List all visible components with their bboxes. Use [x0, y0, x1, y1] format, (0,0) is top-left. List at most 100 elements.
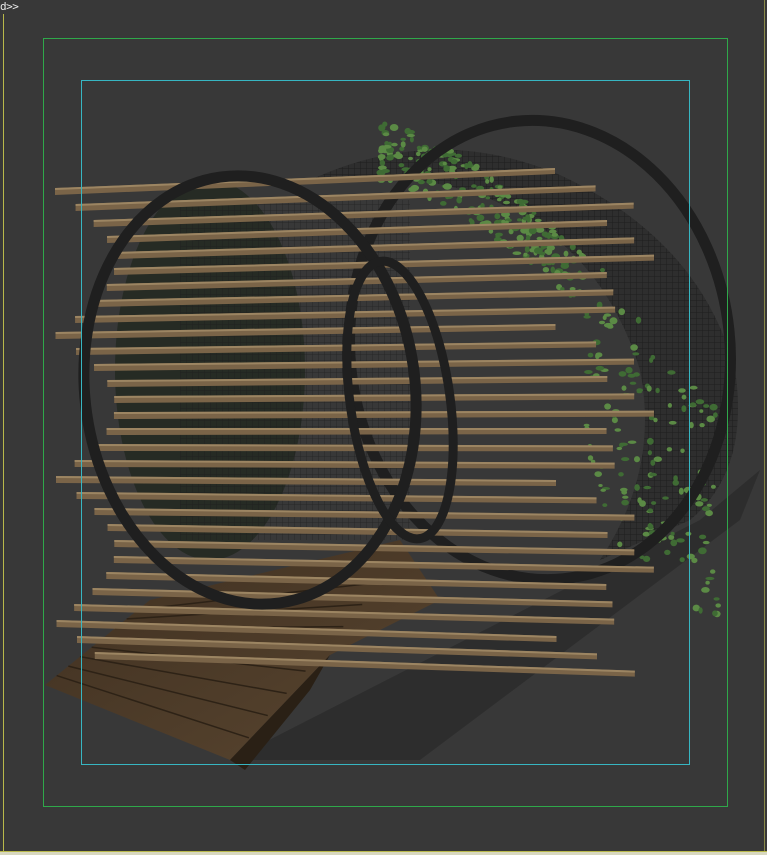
ivy-leaf — [584, 370, 593, 374]
ivy-leaf — [450, 159, 458, 165]
ivy-leaf — [689, 402, 697, 407]
ivy-leaf — [476, 214, 485, 221]
ivy-leaf — [647, 450, 653, 456]
ivy-leaf — [635, 316, 642, 324]
ivy-leaf — [464, 163, 469, 170]
viewport-scene — [45, 114, 760, 770]
ivy-leaf — [604, 403, 611, 410]
ivy-leaf — [497, 197, 502, 202]
ivy-leaf — [494, 213, 501, 220]
ivy-leaf — [489, 176, 494, 183]
ivy-leaf — [629, 381, 637, 385]
ivy-leaf — [647, 508, 654, 513]
ivy-leaf — [700, 498, 708, 502]
ivy-leaf — [512, 251, 522, 255]
ivy-leaf — [495, 234, 500, 238]
ivy-leaf — [678, 388, 686, 393]
ivy-leaf — [442, 161, 447, 166]
ivy-leaf — [416, 145, 422, 150]
ivy-leaf — [619, 442, 628, 446]
ivy-leaf — [606, 324, 614, 329]
ivy-leaf — [378, 145, 386, 151]
ivy-leaf — [646, 437, 654, 445]
ivy-leaf — [595, 365, 605, 371]
ivy-leaf — [471, 166, 479, 171]
ivy-leaf — [534, 247, 543, 254]
ivy-leaf — [712, 610, 718, 617]
ivy-leaf — [389, 124, 399, 131]
ivy-leaf — [618, 371, 627, 377]
ivy-leaf — [421, 146, 428, 152]
ivy-leaf — [676, 538, 685, 543]
ivy-leaf — [625, 366, 633, 374]
ivy-leaf — [456, 196, 463, 204]
ivy-leaf — [706, 503, 712, 507]
ivy-leaf — [651, 501, 657, 505]
ivy-leaf — [536, 236, 543, 241]
ivy-leaf — [681, 405, 687, 413]
ivy-leaf — [377, 154, 386, 160]
ivy-leaf — [505, 194, 512, 199]
ivy-leaf — [409, 136, 414, 143]
ivy-leaf — [689, 421, 694, 429]
ivy-leaf — [653, 456, 662, 463]
ivy-leaf — [667, 370, 676, 375]
ivy-leaf — [681, 394, 687, 400]
ivy-leaf — [664, 549, 671, 556]
ivy-leaf — [618, 308, 625, 316]
ivy-leaf — [636, 388, 643, 392]
ivy-leaf — [710, 484, 716, 489]
ivy-leaf — [524, 245, 530, 253]
ivy-leaf — [391, 142, 398, 147]
ivy-leaf — [394, 153, 403, 160]
ivy-leaf — [699, 423, 705, 428]
ivy-leaf — [400, 137, 407, 141]
ivy-leaf — [685, 531, 692, 536]
ivy-leaf — [699, 409, 704, 413]
ivy-leaf — [680, 448, 685, 454]
ivy-leaf — [705, 576, 715, 581]
ivy-leaf — [408, 186, 417, 193]
ivy-leaf — [611, 417, 618, 424]
ivy-leaf — [379, 159, 386, 167]
ivy-leaf — [695, 501, 704, 507]
ivy-leaf — [643, 485, 652, 490]
ivy-leaf — [621, 499, 629, 506]
ivy-leaf — [382, 132, 390, 137]
ivy-leaf — [620, 487, 628, 492]
ivy-leaf — [587, 352, 594, 358]
ivy-leaf — [400, 141, 406, 148]
ivy-leaf — [633, 372, 640, 377]
ivy-leaf — [667, 403, 673, 408]
ivy-leaf — [617, 541, 623, 548]
ivy-leaf — [649, 472, 657, 477]
ivy-leaf — [698, 607, 703, 614]
ivy-leaf — [603, 313, 612, 317]
ivy-leaf — [600, 488, 606, 492]
ivy-leaf — [670, 531, 675, 536]
ivy-leaf — [670, 539, 678, 547]
ivy-leaf — [381, 169, 390, 173]
ivy-leaf — [426, 179, 433, 184]
ivy-leaf — [594, 471, 602, 477]
ivy-leaf — [416, 151, 421, 157]
ivy-leaf — [621, 385, 627, 391]
ivy-leaf — [598, 484, 603, 487]
ivy-leaf — [695, 399, 705, 405]
ivy-leaf — [517, 218, 522, 222]
ivy-leaf — [542, 267, 550, 273]
ivy-leaf — [701, 587, 710, 593]
ivy-leaf — [541, 231, 548, 237]
ivy-leaf — [643, 555, 651, 563]
ivy-leaf — [485, 179, 490, 184]
ivy-leaf — [442, 183, 452, 190]
ivy-leaf — [666, 447, 673, 452]
ivy-leaf — [485, 196, 491, 200]
ivy-leaf — [576, 249, 582, 255]
ivy-leaf — [551, 232, 558, 237]
ivy-leaf — [647, 523, 654, 530]
ivy-leaf — [545, 248, 553, 256]
ivy-leaf — [516, 198, 524, 205]
3d-viewport[interactable]: d>> — [0, 0, 767, 855]
ivy-leaf — [616, 446, 623, 451]
